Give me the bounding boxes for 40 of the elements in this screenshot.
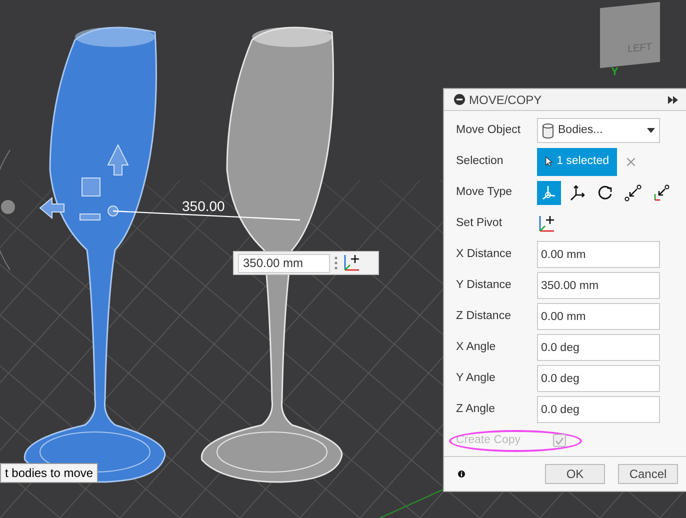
- move-object-dropdown[interactable]: Bodies...: [537, 118, 660, 144]
- panel-title: MOVE/COPY: [469, 92, 542, 109]
- pivot-icon[interactable]: [342, 253, 362, 273]
- value-input[interactable]: 0.00 mm: [537, 241, 660, 268]
- field-label: Z Distance: [456, 309, 512, 324]
- value-input[interactable]: 0.0 deg: [537, 334, 660, 362]
- expand-icon[interactable]: [668, 96, 678, 104]
- field-label: Z Angle: [456, 402, 496, 418]
- value-input[interactable]: 0.0 deg: [537, 396, 660, 424]
- field-label: Move Type: [456, 185, 514, 200]
- field-label: X Angle: [456, 340, 497, 356]
- more-options-icon[interactable]: [334, 256, 338, 270]
- dropdown-value: Bodies...: [558, 123, 603, 138]
- point-to-point-icon: [624, 184, 642, 202]
- caret-icon: [647, 128, 655, 134]
- selected-glass-drawing[interactable]: [0, 26, 166, 483]
- field-label: X Distance: [456, 247, 513, 262]
- field-label: Y Angle: [456, 371, 496, 386]
- value-input[interactable]: 350.00 mm: [537, 272, 660, 300]
- field-label: Selection: [456, 154, 504, 170]
- body-icon: [542, 122, 554, 139]
- field-label: Y Distance: [456, 278, 512, 294]
- value-input[interactable]: 0.00 mm: [537, 303, 660, 330]
- collapse-icon[interactable]: [454, 94, 465, 106]
- dialog-button[interactable]: Cancel: [618, 464, 678, 484]
- dialog-button[interactable]: OK: [545, 464, 605, 484]
- point-to-position-icon: [652, 184, 670, 202]
- dimension-label: 350.00: [182, 197, 225, 216]
- axes-icon: [568, 184, 586, 202]
- free-move-icon: [540, 184, 558, 202]
- clear-selection-icon[interactable]: [627, 158, 635, 166]
- value-input[interactable]: 0.0 deg: [537, 365, 660, 392]
- tooltip: t bodies to move: [0, 463, 98, 483]
- set-pivot-icon[interactable]: [537, 214, 557, 234]
- cursor-icon: [545, 155, 553, 168]
- info-icon[interactable]: [458, 468, 465, 480]
- distance-input[interactable]: 350.00 mm: [238, 254, 330, 272]
- field-label: Set Pivot: [456, 216, 504, 232]
- field-label: Move Object: [456, 123, 522, 138]
- rotate-icon: [596, 184, 614, 202]
